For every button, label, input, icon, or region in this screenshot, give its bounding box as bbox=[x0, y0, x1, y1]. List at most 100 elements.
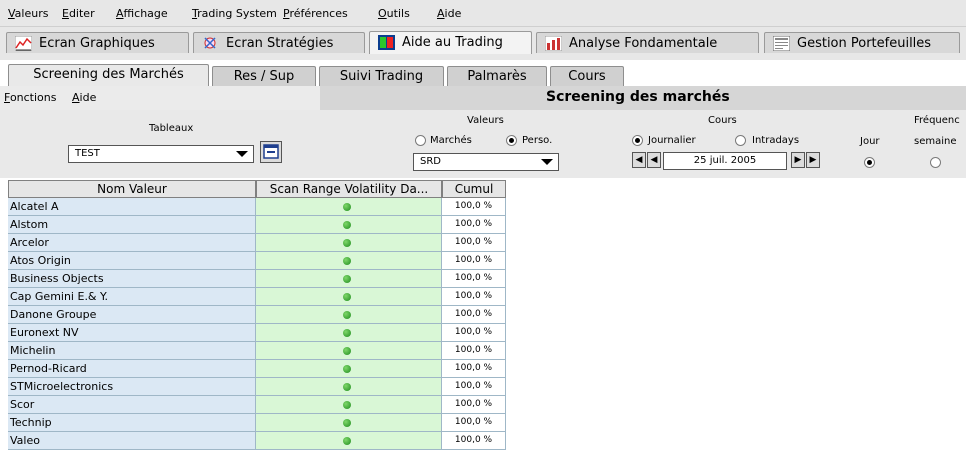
cell-cumul: 100,0 % bbox=[442, 414, 506, 432]
cell-scan-range bbox=[256, 252, 442, 270]
tab-label: Analyse Fondamentale bbox=[569, 36, 718, 51]
cell-scan-range bbox=[256, 342, 442, 360]
frequence-label: Fréquenc bbox=[914, 115, 960, 126]
table-row[interactable]: Scor 100,0 % bbox=[8, 396, 506, 414]
trading-aid-icon bbox=[378, 35, 395, 50]
cell-scan-range bbox=[256, 306, 442, 324]
cell-cumul: 100,0 % bbox=[442, 252, 506, 270]
table-row[interactable]: Valeo 100,0 % bbox=[8, 432, 506, 450]
tab-palmares[interactable]: Palmarès bbox=[447, 66, 547, 86]
menu-aide-screening[interactable]: Aide bbox=[72, 91, 96, 104]
portfolio-icon bbox=[773, 36, 790, 51]
cell-cumul: 100,0 % bbox=[442, 306, 506, 324]
cell-nom-valeur: Alcatel A bbox=[8, 198, 256, 216]
tab-analyse-fondamentale[interactable]: Analyse Fondamentale bbox=[536, 32, 759, 53]
radio-journalier[interactable] bbox=[632, 135, 643, 146]
radio-intradays[interactable] bbox=[735, 135, 746, 146]
radio-semaine[interactable] bbox=[930, 157, 941, 168]
step-forward-icon: ▶ bbox=[794, 155, 802, 165]
cell-nom-valeur: Cap Gemini E.& Y. bbox=[8, 288, 256, 306]
radio-perso[interactable] bbox=[506, 135, 517, 146]
cell-cumul: 100,0 % bbox=[442, 396, 506, 414]
tableaux-select[interactable]: TEST bbox=[68, 145, 254, 163]
menu-editer[interactable]: Editer bbox=[62, 7, 95, 20]
cell-nom-valeur: Business Objects bbox=[8, 270, 256, 288]
cell-nom-valeur: Technip bbox=[8, 414, 256, 432]
first-date-button[interactable]: ◀ bbox=[632, 152, 646, 168]
signal-dot-icon bbox=[343, 347, 351, 355]
table-row[interactable]: Atos Origin 100,0 % bbox=[8, 252, 506, 270]
table-row[interactable]: Alcatel A 100,0 % bbox=[8, 198, 506, 216]
step-back-icon: ◀ bbox=[650, 155, 658, 165]
tab-cours[interactable]: Cours bbox=[550, 66, 624, 86]
valeurs-list-select[interactable]: SRD bbox=[413, 153, 559, 171]
cell-scan-range bbox=[256, 216, 442, 234]
signal-dot-icon bbox=[343, 293, 351, 301]
cell-cumul: 100,0 % bbox=[442, 288, 506, 306]
cell-scan-range bbox=[256, 378, 442, 396]
signal-dot-icon bbox=[343, 203, 351, 211]
tab-res-sup[interactable]: Res / Sup bbox=[212, 66, 316, 86]
valeurs-label: Valeurs bbox=[467, 115, 504, 126]
column-header-nom-valeur[interactable]: Nom Valeur bbox=[8, 180, 256, 198]
date-field[interactable]: 25 juil. 2005 bbox=[663, 152, 787, 170]
perso-label: Perso. bbox=[522, 135, 553, 146]
menu-valeurs[interactable]: Valeurs bbox=[8, 7, 48, 20]
table-row[interactable]: Euronext NV 100,0 % bbox=[8, 324, 506, 342]
table-row[interactable]: Michelin 100,0 % bbox=[8, 342, 506, 360]
chevron-down-icon bbox=[541, 159, 553, 165]
table-row[interactable]: Pernod-Ricard 100,0 % bbox=[8, 360, 506, 378]
cell-nom-valeur: Arcelor bbox=[8, 234, 256, 252]
tab-suivi-trading[interactable]: Suivi Trading bbox=[319, 66, 444, 86]
column-header-cumul[interactable]: Cumul bbox=[442, 180, 506, 198]
radio-marches[interactable] bbox=[415, 135, 426, 146]
table-row[interactable]: Business Objects 100,0 % bbox=[8, 270, 506, 288]
cell-scan-range bbox=[256, 234, 442, 252]
tab-screening-des-marches[interactable]: Screening des Marchés bbox=[8, 64, 209, 86]
jour-label: Jour bbox=[860, 136, 880, 147]
tab-gestion-portefeuilles[interactable]: Gestion Portefeuilles bbox=[764, 32, 960, 53]
table-row[interactable]: Danone Groupe 100,0 % bbox=[8, 306, 506, 324]
table-row[interactable]: Cap Gemini E.& Y. 100,0 % bbox=[8, 288, 506, 306]
cell-scan-range bbox=[256, 270, 442, 288]
tableaux-label: Tableaux bbox=[149, 123, 194, 134]
cell-nom-valeur: Euronext NV bbox=[8, 324, 256, 342]
table-row[interactable]: Alstom 100,0 % bbox=[8, 216, 506, 234]
functions-menu: Fonctions Aide bbox=[0, 86, 320, 110]
tab-ecran-graphiques[interactable]: Ecran Graphiques bbox=[6, 32, 189, 53]
menu-trading-system[interactable]: Trading System bbox=[192, 7, 277, 20]
cell-cumul: 100,0 % bbox=[442, 270, 506, 288]
table-settings-button[interactable] bbox=[260, 141, 282, 163]
cell-cumul: 100,0 % bbox=[442, 432, 506, 450]
next-date-button[interactable]: ▶ bbox=[791, 152, 805, 168]
cell-cumul: 100,0 % bbox=[442, 378, 506, 396]
cell-scan-range bbox=[256, 414, 442, 432]
tableaux-value: TEST bbox=[75, 148, 100, 159]
tab-aide-au-trading[interactable]: Aide au Trading bbox=[369, 31, 532, 54]
cell-cumul: 100,0 % bbox=[442, 216, 506, 234]
tab-ecran-strategies[interactable]: Ecran Stratégies bbox=[193, 32, 365, 53]
cell-nom-valeur: STMicroelectronics bbox=[8, 378, 256, 396]
marches-label: Marchés bbox=[430, 135, 472, 146]
menu-fonctions[interactable]: Fonctions bbox=[4, 91, 57, 104]
signal-dot-icon bbox=[343, 383, 351, 391]
cell-cumul: 100,0 % bbox=[442, 342, 506, 360]
signal-dot-icon bbox=[343, 221, 351, 229]
menu-outils[interactable]: Outils bbox=[378, 7, 410, 20]
radio-jour[interactable] bbox=[864, 157, 875, 168]
cell-scan-range bbox=[256, 360, 442, 378]
tab-label: Aide au Trading bbox=[402, 35, 503, 50]
menu-preferences[interactable]: Préférences bbox=[283, 7, 348, 20]
table-row[interactable]: Technip 100,0 % bbox=[8, 414, 506, 432]
bar-chart-icon bbox=[545, 36, 562, 51]
column-header-scan-range[interactable]: Scan Range Volatility Da... bbox=[256, 180, 442, 198]
cell-scan-range bbox=[256, 288, 442, 306]
menu-aide[interactable]: Aide bbox=[437, 7, 461, 20]
cell-cumul: 100,0 % bbox=[442, 198, 506, 216]
cell-nom-valeur: Scor bbox=[8, 396, 256, 414]
table-row[interactable]: STMicroelectronics 100,0 % bbox=[8, 378, 506, 396]
last-date-button[interactable]: ▶ bbox=[806, 152, 820, 168]
previous-date-button[interactable]: ◀ bbox=[647, 152, 661, 168]
table-row[interactable]: Arcelor 100,0 % bbox=[8, 234, 506, 252]
menu-affichage[interactable]: Affichage bbox=[116, 7, 168, 20]
